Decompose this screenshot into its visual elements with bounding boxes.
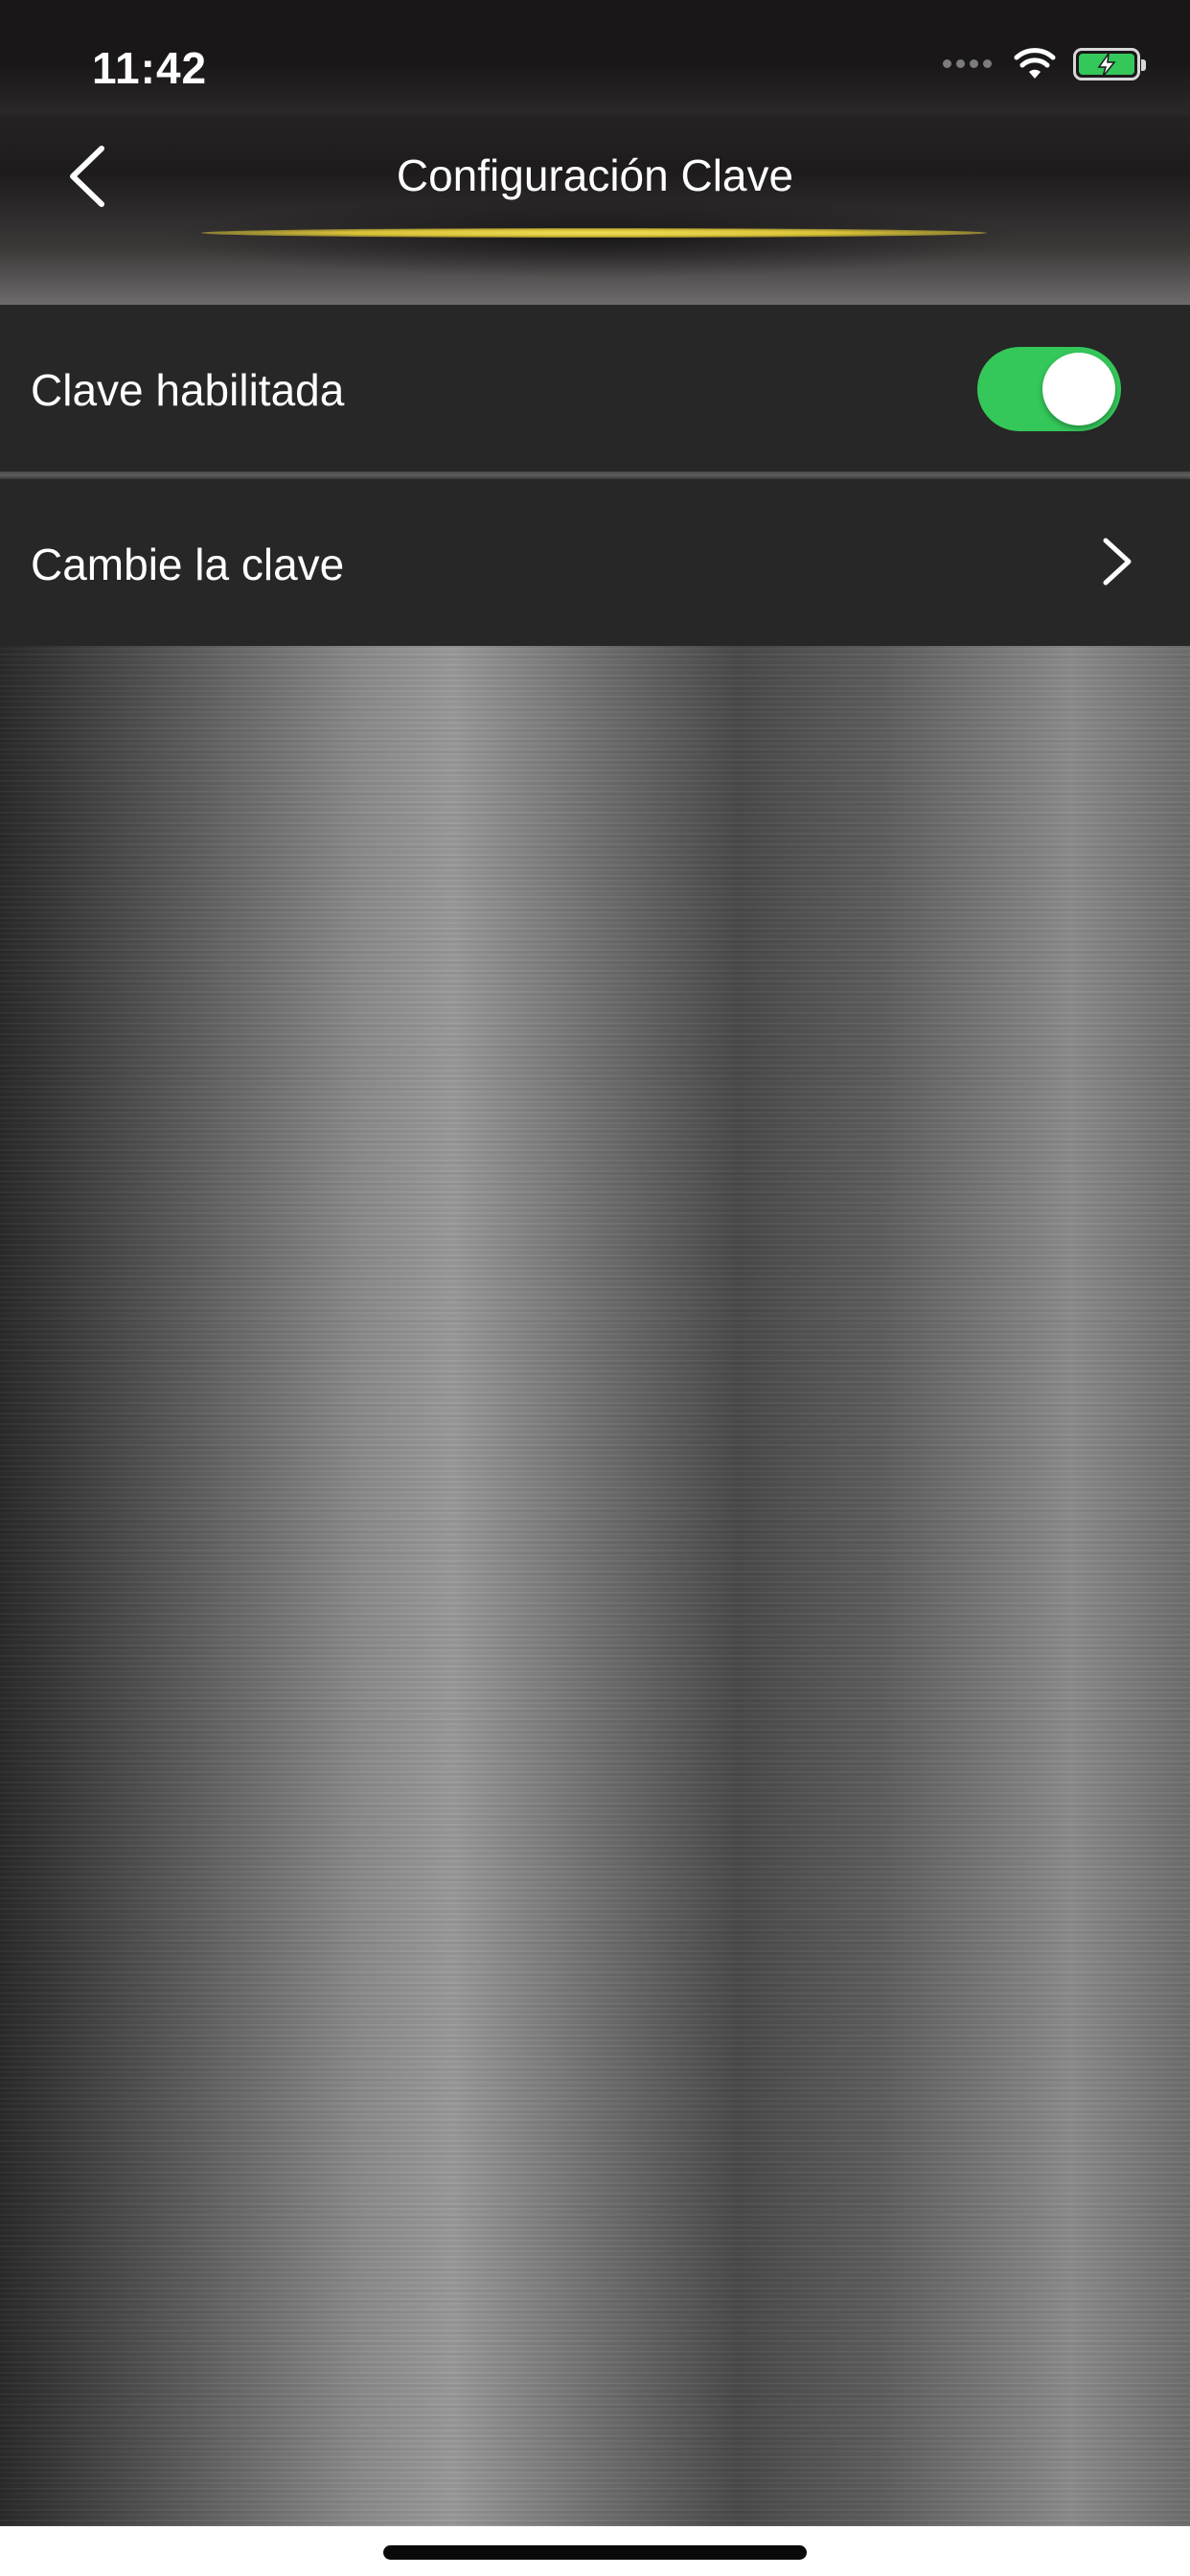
status-bar: 11:42 xyxy=(0,0,1190,115)
page-title: Configuración Clave xyxy=(396,150,794,200)
nav-accent-glow xyxy=(201,228,987,238)
signal-dots-icon xyxy=(943,56,996,73)
chevron-right-icon xyxy=(1103,538,1132,586)
password-enabled-row: Clave habilitada xyxy=(0,305,1190,472)
toggle-knob xyxy=(1042,353,1115,426)
wifi-icon xyxy=(1014,48,1056,79)
password-enabled-toggle[interactable] xyxy=(977,347,1121,431)
change-password-row[interactable]: Cambie la clave xyxy=(0,479,1190,646)
row-divider xyxy=(0,472,1190,479)
home-indicator xyxy=(0,2526,1190,2576)
password-enabled-label: Clave habilitada xyxy=(31,365,345,415)
settings-list: Clave habilitada Cambie la clave xyxy=(0,305,1190,646)
status-icons xyxy=(943,48,1146,80)
change-password-label: Cambie la clave xyxy=(31,540,345,589)
home-indicator-bar[interactable] xyxy=(383,2545,807,2560)
battery-charging-icon xyxy=(1073,48,1146,80)
navigation-bar: Configuración Clave xyxy=(0,115,1190,305)
status-time: 11:42 xyxy=(92,43,208,93)
